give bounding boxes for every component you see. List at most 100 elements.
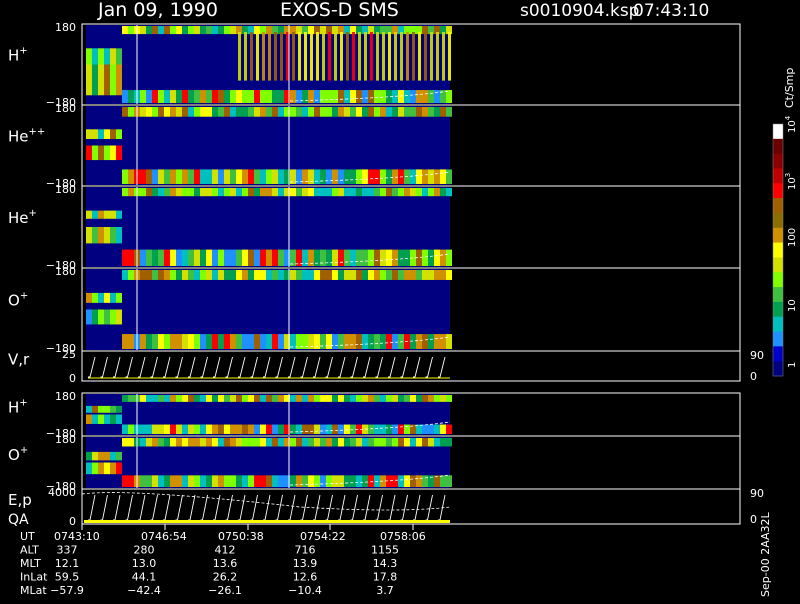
heatmap-cell	[344, 424, 350, 434]
y-tick-min: 0	[69, 372, 76, 385]
heatmap-cell	[86, 405, 92, 413]
panel-label: H+	[8, 45, 28, 64]
panel-label-2: QA	[8, 512, 29, 528]
sweep-line	[163, 356, 171, 378]
heatmap-cell	[332, 90, 338, 103]
panel-label: H+	[8, 397, 28, 416]
heatmap-cell	[296, 188, 302, 197]
heatmap-cell	[206, 438, 212, 447]
heatmap-cell	[446, 270, 452, 280]
heatmap-cell	[182, 424, 188, 434]
heatmap-cell	[446, 424, 452, 434]
heatmap-cell	[236, 334, 242, 349]
heatmap-cell	[356, 249, 362, 266]
heatmap-cell	[278, 334, 284, 349]
heatmap-stripe	[328, 32, 331, 81]
heatmap-cell	[296, 438, 302, 447]
heatmap-stripe	[352, 32, 355, 81]
heatmap-cell	[116, 292, 122, 303]
heatmap-cell	[440, 188, 446, 197]
heatmap-cell	[356, 334, 362, 349]
heatmap-cell	[152, 270, 158, 280]
heatmap-cell	[218, 334, 224, 349]
heatmap-cell	[122, 475, 128, 487]
heatmap-cell	[404, 107, 410, 117]
heatmap-cell	[164, 475, 170, 487]
colorbar-segment	[773, 287, 783, 303]
ephemeris-row-label: ALT	[20, 544, 39, 557]
heatmap-cell	[98, 129, 104, 140]
sweep-line	[400, 356, 408, 378]
heatmap-cell	[236, 169, 242, 184]
heatmap-cell	[86, 292, 92, 303]
heatmap-cell	[200, 188, 206, 197]
heatmap-cell	[128, 334, 134, 349]
heatmap-cell	[116, 227, 122, 244]
heatmap-cell	[152, 90, 158, 103]
heatmap-cell	[116, 210, 122, 219]
heatmap-cell	[320, 249, 326, 266]
ephemeris-cell: −26.1	[208, 584, 242, 597]
heatmap-cell	[176, 334, 182, 349]
panel-label: He+	[8, 208, 37, 227]
heatmap-cell	[104, 405, 110, 413]
heatmap-cell	[122, 270, 128, 280]
colorbar-segment	[773, 153, 783, 169]
heatmap-cell	[290, 438, 296, 447]
heatmap-cell	[326, 395, 332, 402]
heatmap-cell	[122, 438, 128, 447]
heatmap-cell	[224, 395, 230, 402]
heatmap-cell	[188, 475, 194, 487]
heatmap-cell	[404, 270, 410, 280]
heatmap-cell	[374, 107, 380, 117]
heatmap-cell	[158, 90, 164, 103]
heatmap-cell	[128, 249, 134, 266]
heatmap-cell	[194, 107, 200, 117]
heatmap-cell	[278, 270, 284, 280]
y-tick-max: 180	[55, 183, 76, 196]
heatmap-cell	[92, 292, 98, 303]
heatmap-cell	[104, 292, 110, 303]
colorbar-segment	[773, 227, 783, 244]
colorbar-tick: 1	[787, 362, 798, 368]
colorbar-tick-exponent: 4	[784, 115, 792, 120]
heatmap-cell	[302, 424, 308, 434]
heatmap-cell	[170, 107, 176, 117]
heatmap-cell	[266, 90, 272, 103]
heatmap-cell	[92, 462, 98, 475]
colorbar-unit: Ct/Smp	[783, 68, 796, 108]
heatmap-cell	[230, 249, 236, 266]
heatmap-stripe	[388, 32, 391, 81]
colorbar-segment	[773, 212, 783, 229]
heatmap-cell	[362, 438, 368, 447]
heatmap-stripe	[370, 32, 373, 81]
heatmap-cell	[140, 438, 146, 447]
heatmap-cell	[350, 249, 356, 266]
heatmap-cell	[374, 169, 380, 184]
heatmap-cell	[338, 475, 344, 487]
heatmap-cell	[224, 334, 230, 349]
heatmap-cell	[218, 188, 224, 197]
heatmap-cell	[398, 270, 404, 280]
heatmap-cell	[98, 414, 104, 424]
panel-3: He+180−180	[8, 183, 741, 272]
heatmap-cell	[350, 395, 356, 402]
heatmap-cell	[278, 90, 284, 103]
heatmap-cell	[374, 249, 380, 266]
heatmap-cell	[158, 107, 164, 117]
heatmap-cell	[110, 451, 116, 461]
heatmap-cell	[374, 395, 380, 402]
heatmap-cell	[248, 90, 254, 103]
ephemeris-cell: 17.8	[373, 571, 398, 584]
heatmap-cell	[230, 424, 236, 434]
heatmap-cell	[272, 270, 278, 280]
heatmap-cell	[386, 270, 392, 280]
sweep-line	[100, 356, 108, 378]
sweep-line	[100, 494, 108, 521]
sweep-line	[188, 494, 196, 521]
sweep-line	[225, 356, 233, 378]
heatmap-cell	[344, 90, 350, 103]
heatmap-cell	[200, 475, 206, 487]
heatmap-cell	[446, 475, 452, 487]
heatmap-cell	[86, 210, 92, 219]
